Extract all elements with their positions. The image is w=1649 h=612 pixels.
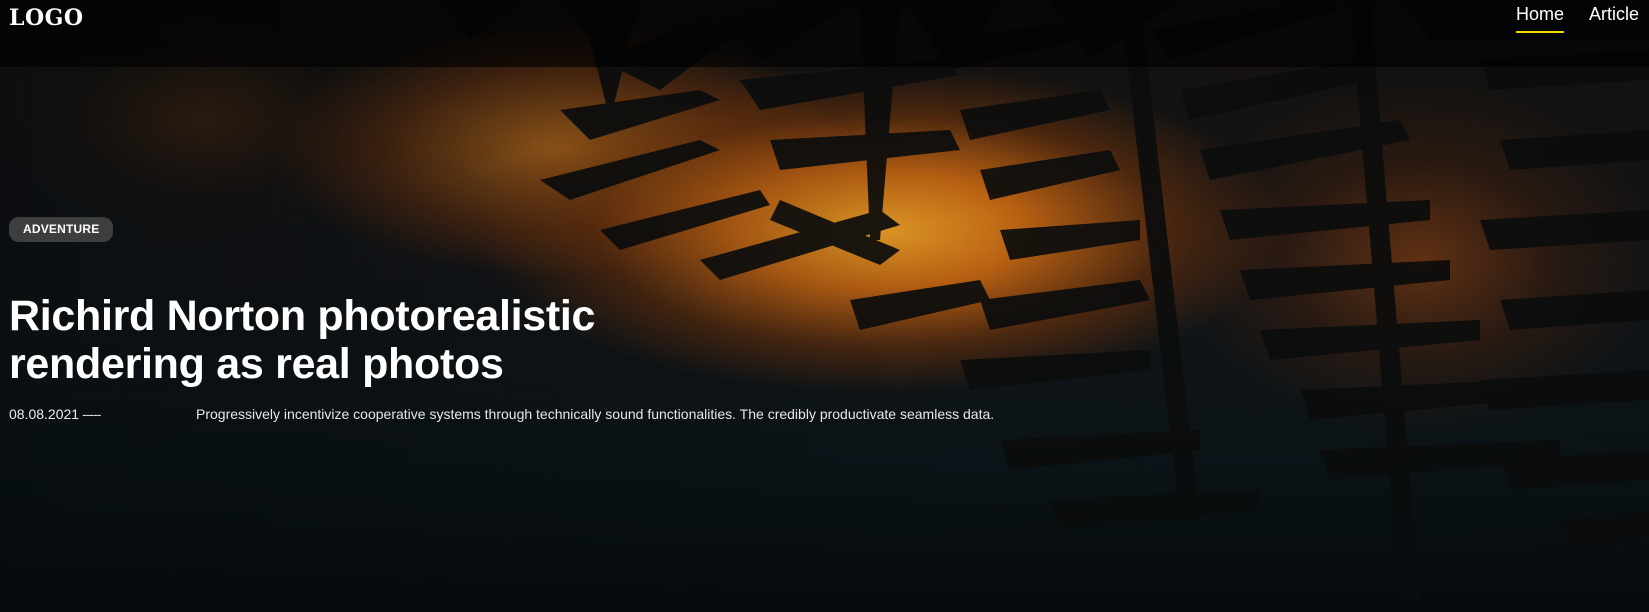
category-badge[interactable]: ADVENTURE: [9, 217, 114, 242]
nav-link-article[interactable]: Article: [1589, 4, 1639, 31]
article-title: Richird Norton photorealistic rendering …: [9, 292, 596, 388]
article-excerpt: Progressively incentivize cooperative sy…: [196, 406, 995, 422]
date-separator: -----: [82, 406, 101, 422]
main-nav: Home Article: [1515, 4, 1639, 33]
top-navigation-bar: LOGO Home Article: [0, 0, 1649, 67]
article-meta: 08.08.2021 -----: [9, 406, 101, 422]
nav-link-home[interactable]: Home: [1515, 4, 1564, 33]
site-logo[interactable]: LOGO: [9, 5, 84, 31]
hero-section: LOGO Home Article ADVENTURE Richird Nort…: [0, 0, 1649, 612]
article-date: 08.08.2021: [9, 406, 80, 422]
